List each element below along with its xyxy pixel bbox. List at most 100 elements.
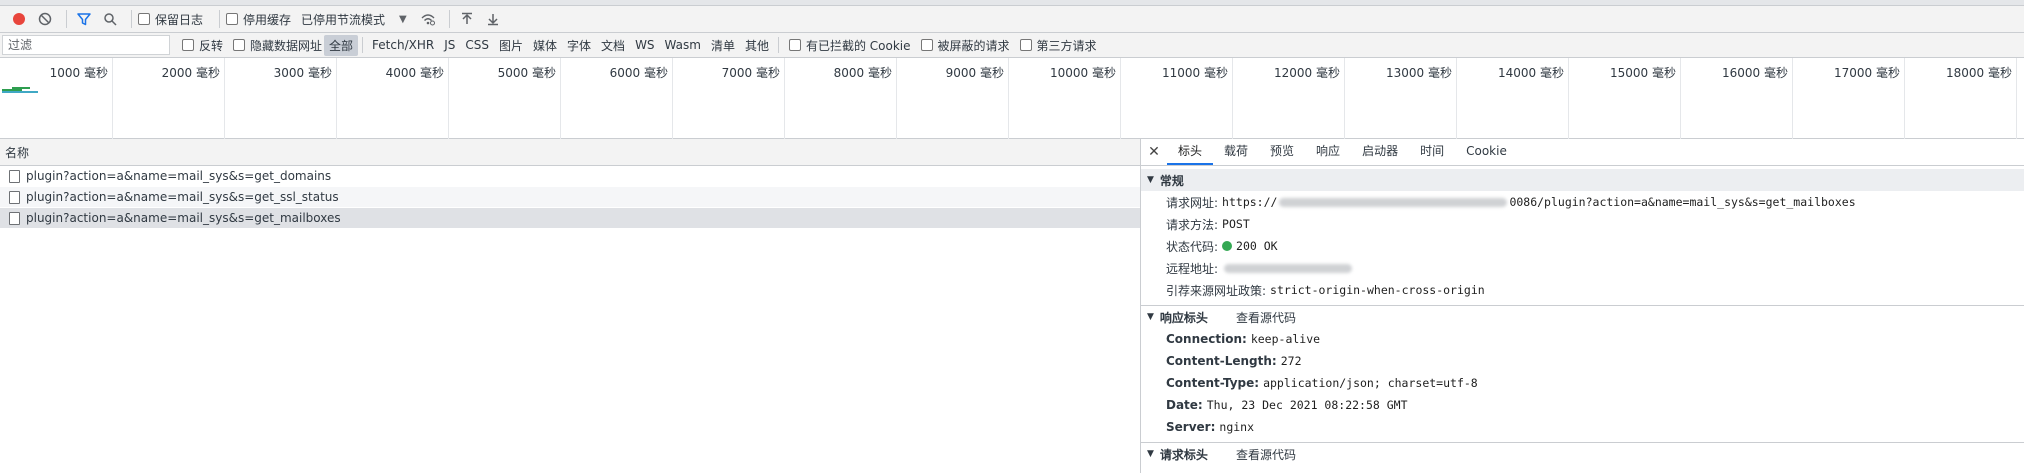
timeline-tick-label: 4000 毫秒 [385,66,444,80]
checkbox-box[interactable] [182,39,194,51]
disable-cache-checkbox[interactable]: 停用缓存 [226,11,291,28]
type-filter-ws[interactable]: WS [630,36,659,54]
tab-response[interactable]: 响应 [1305,138,1351,165]
blocked-cookies-checkbox[interactable]: 有已拦截的 Cookie [788,37,911,54]
search-icon[interactable] [99,8,121,30]
tab-headers[interactable]: 标头 [1167,138,1214,165]
tab-initiator[interactable]: 启动器 [1351,138,1409,165]
triangle-down-icon: ▼ [1147,175,1154,185]
timeline-gridline [672,58,673,139]
type-filter-manifest[interactable]: 清单 [706,35,740,56]
hide-data-urls-checkbox[interactable]: 隐藏数据网址 [233,37,322,54]
type-filter-font[interactable]: 字体 [562,35,596,56]
type-filter-other[interactable]: 其他 [740,35,774,56]
type-filter-wasm[interactable]: Wasm [660,36,706,54]
name-column-label: 名称 [5,145,30,160]
timeline-gridline [560,58,561,139]
header-value: Thu, 23 Dec 2021 08:22:58 GMT [1206,398,1408,412]
import-har-icon[interactable] [456,8,478,30]
request-headers-title: 请求标头 [1159,447,1208,462]
filter-icon[interactable] [73,8,95,30]
triangle-down-icon: ▼ [1147,312,1154,322]
checkbox-box[interactable] [226,13,239,25]
overview-request-bar [2,91,38,93]
request-headers-section: ▼ 请求标头 查看源代码 [1141,443,2024,465]
document-icon [9,190,20,204]
invert-label: 反转 [199,38,224,53]
general-section: ▼ 常规 请求网址: https:// 0086/plugin?action=a… [1141,169,2024,301]
type-filter-media[interactable]: 媒体 [528,35,562,56]
invert-checkbox[interactable]: 反转 [182,37,223,54]
timeline-tick-label: 3000 毫秒 [273,66,332,80]
request-row[interactable]: plugin?action=a&name=mail_sys&s=get_mail… [0,208,1140,229]
type-filter-css[interactable]: CSS [460,36,494,54]
request-row[interactable]: plugin?action=a&name=mail_sys&s=get_doma… [0,166,1140,187]
tab-cookies[interactable]: Cookie [1455,138,1518,165]
timeline-tick-label: 2000 毫秒 [161,66,220,80]
record-icon[interactable] [8,8,30,30]
timeline-overview[interactable]: 1000 毫秒 2000 毫秒 3000 毫秒 4000 毫秒 5000 毫秒 6000 … [0,58,2024,139]
type-filter-js[interactable]: JS [439,36,460,54]
timeline-tick-label: 16000 毫秒 [1722,66,1788,80]
request-row[interactable]: plugin?action=a&name=mail_sys&s=get_ssl_… [0,187,1140,208]
tab-preview[interactable]: 预览 [1259,138,1305,165]
remote-address-row: 远程地址: [1141,257,2024,279]
toolbar-divider [66,10,67,28]
request-name: plugin?action=a&name=mail_sys&s=get_doma… [26,169,332,183]
filter-input[interactable] [2,35,170,55]
disable-cache-label: 停用缓存 [243,12,292,27]
type-filter-img[interactable]: 图片 [494,35,528,56]
request-headers-header[interactable]: ▼ 请求标头 查看源代码 [1141,443,2024,465]
request-method-value: POST [1222,217,1250,231]
view-source-link[interactable]: 查看源代码 [1236,446,1296,463]
throttling-value: 已停用节流模式 [301,12,386,27]
blocked-cookies-label: 有已拦截的 Cookie [805,38,911,53]
name-column-header[interactable]: 名称 [0,139,1140,166]
details-tabs: ✕ 标头 载荷 预览 响应 启动器 时间 Cookie [1141,139,2024,166]
type-filter-doc[interactable]: 文档 [596,35,630,56]
header-value: 272 [1280,354,1302,368]
preserve-log-checkbox[interactable]: 保留日志 [138,11,203,28]
clear-icon[interactable] [34,8,56,30]
timeline-gridline [336,58,337,139]
throttling-select[interactable]: 已停用节流模式 ▼ [301,11,407,28]
status-code-text: 200 OK [1236,239,1278,253]
status-code-row: 状态代码: 200 OK [1141,235,2024,257]
timeline-gridline [784,58,785,139]
network-toolbar: 保留日志 停用缓存 已停用节流模式 ▼ [0,0,2024,33]
response-headers-section: ▼ 响应标头 查看源代码 Connection: keep-alive Cont… [1141,306,2024,438]
response-headers-header[interactable]: ▼ 响应标头 查看源代码 [1141,306,2024,328]
request-name: plugin?action=a&name=mail_sys&s=get_ssl_… [26,190,339,204]
timeline-tick-label: 7000 毫秒 [721,66,780,80]
checkbox-box[interactable] [1019,39,1032,51]
tab-payload[interactable]: 载荷 [1213,138,1259,165]
network-conditions-icon[interactable] [417,8,439,30]
request-method-label: 请求方法: [1166,217,1219,232]
general-section-header[interactable]: ▼ 常规 [1141,169,2024,191]
checkbox-box[interactable] [920,39,933,51]
checkbox-box[interactable] [788,39,801,51]
header-row: Connection: keep-alive [1141,328,2024,350]
redacted-host [1279,197,1508,207]
view-source-link[interactable]: 查看源代码 [1236,309,1296,326]
header-key: Server: [1166,420,1216,434]
timeline-gridline [1120,58,1121,139]
timeline-gridline [1456,58,1457,139]
type-filter-fetch-xhr[interactable]: Fetch/XHR [367,36,439,54]
timeline-gridline [224,58,225,139]
type-filter-all[interactable]: 全部 [324,34,359,56]
timeline-tick-label: 17000 毫秒 [1834,66,1900,80]
checkbox-box[interactable] [233,39,246,51]
checkbox-box[interactable] [138,13,150,25]
blocked-requests-checkbox[interactable]: 被屏蔽的请求 [920,37,1010,54]
request-url-value: 0086/plugin?action=a&name=mail_sys&s=get… [1509,195,1856,209]
tab-timing[interactable]: 时间 [1409,138,1455,165]
referrer-policy-value: strict-origin-when-cross-origin [1270,283,1485,297]
export-har-icon[interactable] [482,8,504,30]
timeline-gridline [112,58,113,139]
close-icon[interactable]: ✕ [1141,138,1167,165]
timeline-gridline [1680,58,1681,139]
timeline-gridline [1344,58,1345,139]
third-party-checkbox[interactable]: 第三方请求 [1019,37,1097,54]
chevron-down-icon: ▼ [399,13,407,25]
